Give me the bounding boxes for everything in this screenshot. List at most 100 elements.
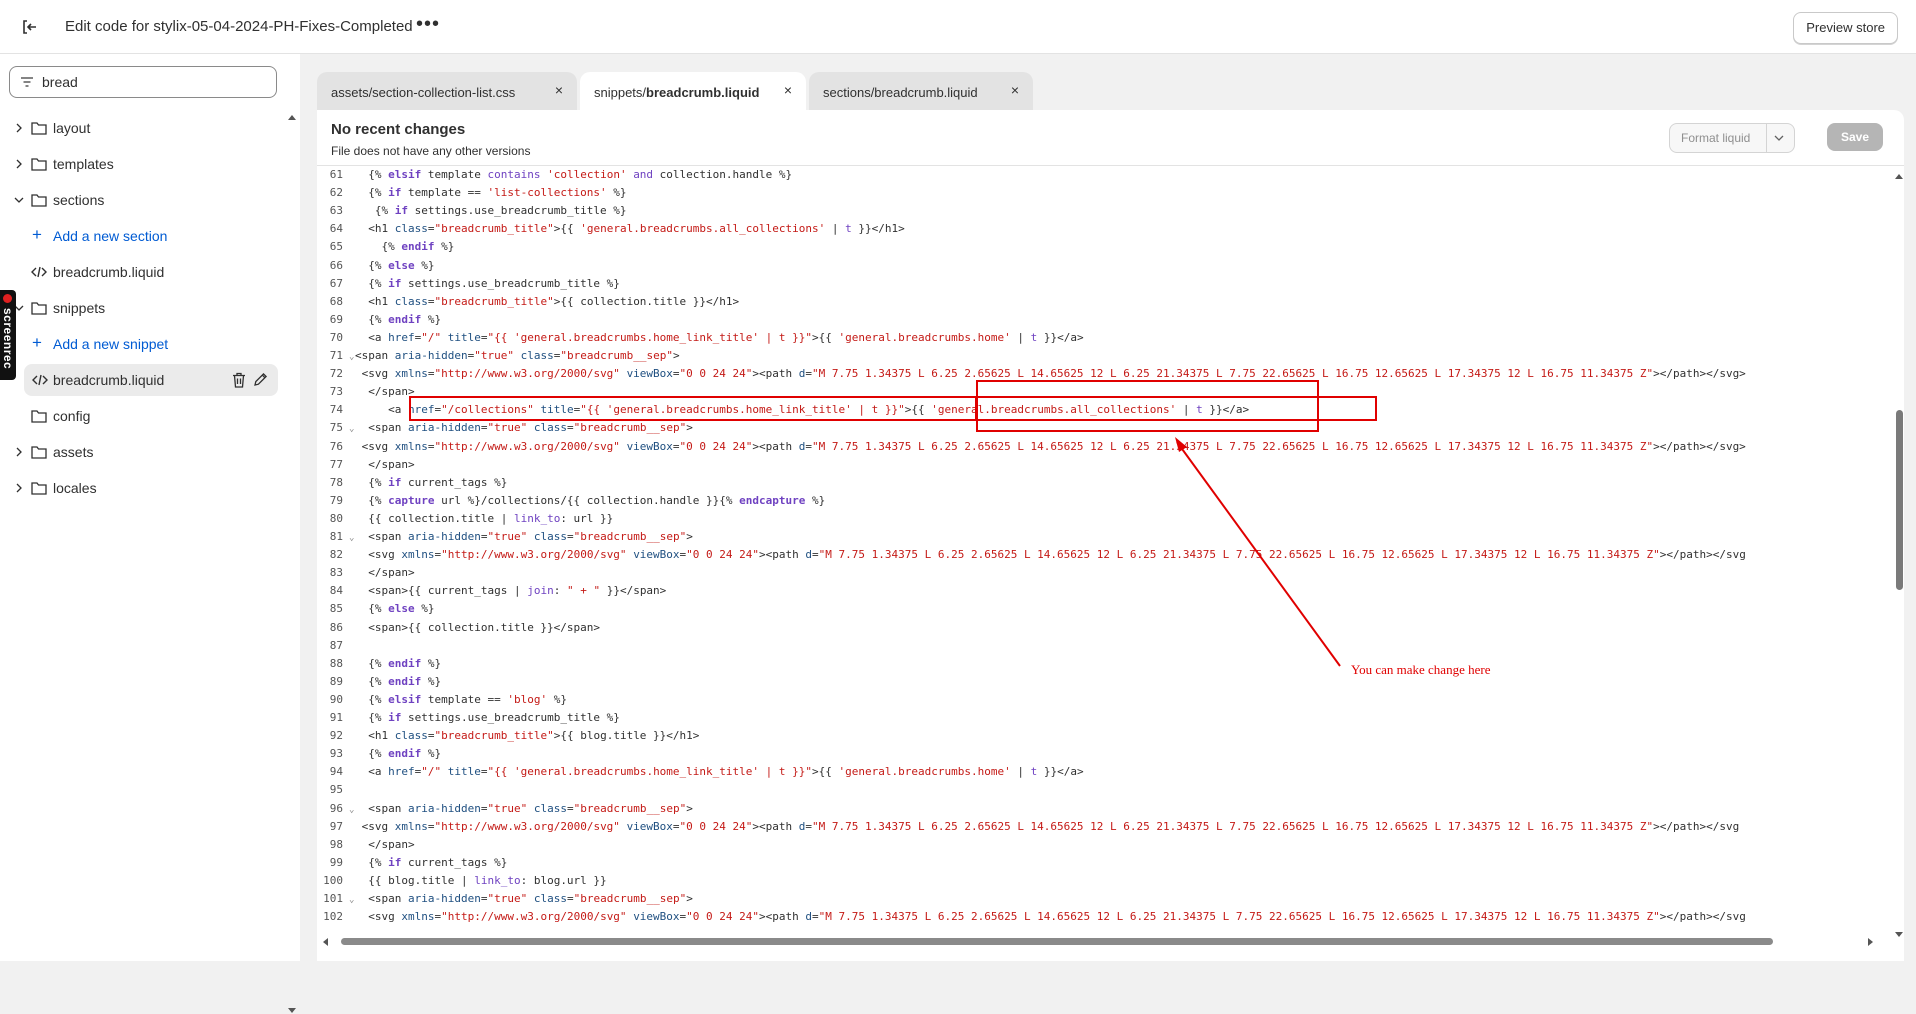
code-line[interactable]: 88 {% endif %} (317, 655, 1877, 673)
code-token: "breadcrumb__sep" (560, 349, 673, 362)
tree-folder-snippets[interactable]: snippets (0, 292, 280, 324)
code-line[interactable]: 81 ⌄ <span aria-hidden="true" class="brea… (317, 528, 1877, 546)
code-line[interactable]: 62 {% if template == 'list-collections' … (317, 184, 1877, 202)
horizontal-scrollbar-thumb[interactable] (341, 938, 1773, 945)
code-line[interactable]: 64 <h1 class="breadcrumb_title">{{ 'gene… (317, 220, 1877, 238)
code-line[interactable]: 93 {% endif %} (317, 745, 1877, 763)
code-line[interactable]: 102 <svg xmlns = "http://www.w3.org/2000/s… (317, 908, 1877, 926)
tree-folder-assets[interactable]: assets (0, 436, 280, 468)
tree-folder-sections[interactable]: sections (0, 184, 280, 216)
code-line[interactable]: 96 ⌄ <span aria-hidden="true" class="brea… (317, 800, 1877, 818)
code-line[interactable]: 78 {% if current_tags %} (317, 474, 1877, 492)
more-actions-button[interactable]: ••• (416, 14, 440, 34)
tab-snippets-breadcrumb[interactable]: snippets/breadcrumb.liquid × (580, 72, 806, 110)
add-new-snippet-link[interactable]: + Add a new snippet (0, 328, 280, 360)
fold-chevron-icon[interactable]: ⌄ (349, 801, 354, 819)
add-new-section-link[interactable]: + Add a new section (0, 220, 280, 252)
code-line[interactable]: 80 {{ collection.title | link_to: url }} (317, 510, 1877, 528)
code-line[interactable]: 74 <a href="/collections" title="{{ 'gen… (317, 401, 1877, 419)
code-line[interactable]: 70 <a href="/" title="{{ 'general.breadc… (317, 329, 1877, 347)
tree-file-snippets-breadcrumb[interactable]: breadcrumb.liquid (24, 364, 278, 396)
code-line[interactable]: 76 <svg xmlns="http://www.w3.org/2000/sv… (317, 438, 1877, 456)
scroll-right-arrow-icon[interactable] (1868, 938, 1873, 946)
code-line[interactable]: 98 </span> (317, 836, 1877, 854)
tree-file-sections-breadcrumb[interactable]: breadcrumb.liquid (0, 256, 280, 288)
close-icon[interactable]: × (1011, 82, 1019, 98)
code-line[interactable]: 68 <h1 class="breadcrumb_title">{{ colle… (317, 293, 1877, 311)
format-liquid-button[interactable]: Format liquid (1669, 123, 1795, 153)
code-line[interactable]: 101 ⌄ <span aria-hidden="true" class="bre… (317, 890, 1877, 908)
code-token: "M 7.75 1.34375 L 6.25 2.65625 L 14.6562… (812, 439, 1654, 453)
trash-icon[interactable] (232, 372, 246, 388)
code-line[interactable]: 97 <svg xmlns="http://www.w3.org/2000/sv… (317, 818, 1877, 836)
save-button[interactable]: Save (1827, 123, 1883, 151)
code-line[interactable]: 94 <a href="/" title="{{ 'general.breadc… (317, 763, 1877, 781)
code-token: %} (414, 258, 435, 272)
code-line[interactable]: 73 </span> (317, 383, 1877, 401)
code-line[interactable]: 66 {% else %} (317, 257, 1877, 275)
code-line[interactable]: 99 {% if current_tags %} (317, 854, 1877, 872)
code-lines[interactable]: 61 {% elsif template contains 'collectio… (317, 166, 1892, 931)
fold-chevron-icon[interactable]: ⌄ (349, 891, 354, 909)
code-token: xmlns (394, 367, 428, 381)
fold-chevron-icon[interactable]: ⌄ (349, 348, 354, 366)
code-line[interactable]: 79 {% capture url %}/collections/{{ coll… (317, 492, 1877, 510)
code-line[interactable]: 91 {% if settings.use_breadcrumb_title %… (317, 709, 1877, 727)
code-line[interactable]: 67 {% if settings.use_breadcrumb_title %… (317, 275, 1877, 293)
code-token: viewBox (626, 819, 673, 833)
vertical-scrollbar-thumb[interactable] (1896, 410, 1903, 590)
tab-section-collection-list[interactable]: assets/section-collection-list.css × (317, 72, 577, 110)
code-line[interactable]: 89 {% endif %} (317, 673, 1877, 691)
sidebar-scrollbar[interactable] (287, 114, 297, 1014)
code-line[interactable]: 85 {% else %} (317, 600, 1877, 618)
code-line[interactable]: 86 <span>{{ collection.title }}</span> (317, 619, 1877, 637)
chevron-right-icon[interactable] (14, 159, 24, 169)
code-line[interactable]: 77 </span> (317, 456, 1877, 474)
scroll-down-arrow-icon[interactable] (1895, 932, 1903, 937)
code-line[interactable]: 75 ⌄ <span aria-hidden="true" class="brea… (317, 419, 1877, 437)
code-line[interactable]: 82 <svg xmlns = "http://www.w3.org/2000/sv… (317, 546, 1877, 564)
code-token: : url }} (560, 511, 614, 525)
code-token: : blog.url }} (520, 873, 607, 887)
code-line[interactable]: 65 {% endif %} (317, 238, 1877, 256)
fold-chevron-icon[interactable]: ⌄ (349, 420, 354, 438)
code-text: <span aria-hidden="true" class="breadcru… (355, 528, 693, 546)
line-number: 65 (329, 240, 343, 254)
tree-folder-layout[interactable]: layout (0, 112, 280, 144)
file-search-input[interactable] (42, 73, 262, 91)
code-line[interactable]: 71 ⌄ <span aria-hidden="true" class="bread… (317, 347, 1877, 365)
scroll-left-arrow-icon[interactable] (323, 938, 328, 946)
tree-folder-templates[interactable]: templates (0, 148, 280, 180)
close-icon[interactable]: × (555, 82, 563, 98)
file-search[interactable] (9, 66, 277, 98)
code-line[interactable]: 90 {% elsif template == 'blog' %} (317, 691, 1877, 709)
code-token: endif (388, 656, 422, 670)
code-line[interactable]: 100 {{ blog.title | link_to: blog.url }} (317, 872, 1877, 890)
code-token: "breadcrumb__sep" (573, 892, 687, 905)
chevron-down-icon[interactable] (14, 195, 24, 205)
tree-folder-locales[interactable]: locales (0, 472, 280, 504)
chevron-down-icon[interactable] (1774, 133, 1784, 143)
code-line[interactable]: 63 {% if settings.use_breadcrumb_title %… (317, 202, 1877, 220)
chevron-right-icon[interactable] (14, 447, 24, 457)
tree-folder-config[interactable]: config (0, 400, 280, 432)
fold-chevron-icon[interactable]: ⌄ (349, 529, 354, 547)
code-line[interactable]: 92 <h1 class="breadcrumb_title">{{ blog.… (317, 727, 1877, 745)
code-line[interactable]: 87 (317, 637, 1877, 655)
tab-sections-breadcrumb[interactable]: sections/breadcrumb.liquid × (809, 72, 1033, 110)
code-text: {% endif %} (355, 655, 441, 673)
pencil-icon[interactable] (253, 372, 268, 387)
code-line[interactable]: 72 <svg xmlns="http://www.w3.org/2000/sv… (317, 365, 1877, 383)
close-icon[interactable]: × (784, 82, 792, 98)
code-line[interactable]: 95 (317, 781, 1877, 799)
scroll-up-arrow-icon[interactable] (1895, 174, 1903, 179)
code-line[interactable]: 83 </span> (317, 564, 1877, 582)
exit-icon[interactable] (20, 17, 40, 37)
chevron-right-icon[interactable] (14, 483, 24, 493)
code-line[interactable]: 69 {% endif %} (317, 311, 1877, 329)
preview-store-button[interactable]: Preview store (1793, 12, 1898, 44)
code-line[interactable]: 61 {% elsif template contains 'collectio… (317, 166, 1877, 184)
code-line[interactable]: 84 <span>{{ current_tags | join: " + " }… (317, 582, 1877, 600)
chevron-right-icon[interactable] (14, 123, 24, 133)
